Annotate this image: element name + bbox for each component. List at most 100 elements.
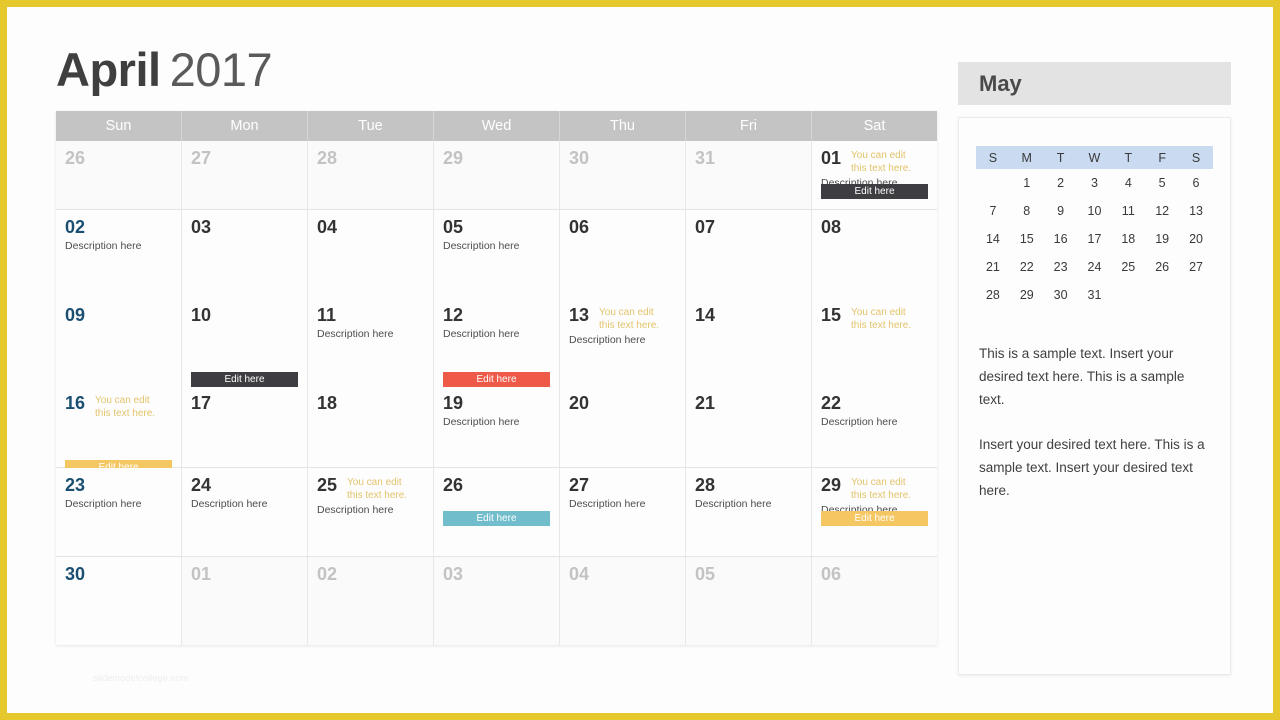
calendar-day-cell[interactable]: 04: [560, 557, 686, 645]
day-entry[interactable]: 13 You can edit this text here. Descriptio…: [569, 305, 676, 393]
calendar-day-cell[interactable]: 01 You can edit this text here. Descriptio…: [812, 141, 937, 209]
mini-calendar-day[interactable]: 27: [1179, 253, 1213, 281]
mini-calendar-day[interactable]: 24: [1078, 253, 1112, 281]
calendar-day-cell[interactable]: 06 13 You can edit this text here. Descript…: [560, 210, 686, 467]
calendar-day-cell[interactable]: 04 11 Description here 18: [308, 210, 434, 467]
mini-calendar-day[interactable]: 19: [1145, 225, 1179, 253]
day-entry[interactable]: 04: [317, 217, 424, 305]
edit-here-button[interactable]: Edit here: [191, 372, 298, 387]
day-entry[interactable]: 29 You can edit this text here. Descriptio…: [821, 475, 928, 530]
mini-calendar-day[interactable]: 12: [1145, 197, 1179, 225]
day-entry[interactable]: 28 Description here: [695, 475, 802, 530]
calendar-day-cell[interactable]: 29: [434, 141, 560, 209]
day-description: Description here: [65, 498, 142, 510]
day-entry[interactable]: 27: [191, 148, 298, 203]
mini-calendar-day[interactable]: 16: [1044, 225, 1078, 253]
mini-calendar-day[interactable]: 20: [1179, 225, 1213, 253]
day-entry[interactable]: 05: [695, 564, 802, 619]
day-entry[interactable]: 09: [65, 305, 172, 393]
day-entry[interactable]: 06: [569, 217, 676, 305]
day-entry[interactable]: 05 Description here: [443, 217, 550, 305]
mini-calendar-day[interactable]: 11: [1111, 197, 1145, 225]
calendar-day-cell[interactable]: 03 10 Edit here 17: [182, 210, 308, 467]
calendar-day-cell[interactable]: 27: [182, 141, 308, 209]
calendar-day-cell[interactable]: 31: [686, 141, 812, 209]
mini-calendar-day[interactable]: 9: [1044, 197, 1078, 225]
mini-calendar-day[interactable]: 22: [1010, 253, 1044, 281]
calendar-day-cell[interactable]: 02: [308, 557, 434, 645]
calendar-day-cell[interactable]: 24 Description here: [182, 468, 308, 556]
calendar-day-cell[interactable]: 27 Description here: [560, 468, 686, 556]
day-entry[interactable]: 30: [65, 564, 172, 619]
day-entry[interactable]: 01 You can edit this text here. Descriptio…: [821, 148, 928, 203]
day-entry[interactable]: 06: [821, 564, 928, 619]
mini-calendar-day[interactable]: 30: [1044, 281, 1078, 309]
calendar-day-cell[interactable]: 28 Description here: [686, 468, 812, 556]
day-entry[interactable]: 02: [317, 564, 424, 619]
mini-calendar-day[interactable]: 18: [1111, 225, 1145, 253]
day-entry[interactable]: 12 Description here Edit here: [443, 305, 550, 393]
day-entry[interactable]: 10 Edit here: [191, 305, 298, 393]
day-entry[interactable]: 27 Description here: [569, 475, 676, 530]
mini-calendar-day[interactable]: 3: [1078, 169, 1112, 197]
edit-here-button[interactable]: Edit here: [821, 511, 928, 526]
calendar-day-cell[interactable]: 26: [56, 141, 182, 209]
day-entry[interactable]: 15 You can edit this text here.: [821, 305, 928, 393]
calendar-day-cell[interactable]: 29 You can edit this text here. Descriptio…: [812, 468, 937, 556]
day-entry[interactable]: 28: [317, 148, 424, 203]
mini-calendar-day[interactable]: 10: [1078, 197, 1112, 225]
mini-calendar-day[interactable]: 13: [1179, 197, 1213, 225]
mini-calendar-day[interactable]: 1: [1010, 169, 1044, 197]
day-entry[interactable]: 30: [569, 148, 676, 203]
mini-calendar-day[interactable]: 29: [1010, 281, 1044, 309]
mini-calendar-day[interactable]: 25: [1111, 253, 1145, 281]
mini-calendar-day[interactable]: 5: [1145, 169, 1179, 197]
mini-calendar-day[interactable]: 2: [1044, 169, 1078, 197]
day-entry[interactable]: 24 Description here: [191, 475, 298, 530]
calendar-day-cell[interactable]: 30: [560, 141, 686, 209]
mini-calendar-day[interactable]: 6: [1179, 169, 1213, 197]
calendar-day-cell[interactable]: 26 Edit here: [434, 468, 560, 556]
calendar-day-cell[interactable]: 07 14 21: [686, 210, 812, 467]
edit-here-button[interactable]: Edit here: [443, 511, 550, 526]
day-entry[interactable]: 31: [695, 148, 802, 203]
edit-here-button[interactable]: Edit here: [443, 372, 550, 387]
calendar-day-cell[interactable]: 28: [308, 141, 434, 209]
day-entry[interactable]: 03: [443, 564, 550, 619]
day-entry[interactable]: 29: [443, 148, 550, 203]
calendar-day-cell[interactable]: 08 15 You can edit this text here. 22 Descri…: [812, 210, 937, 467]
day-entry[interactable]: 23 Description here: [65, 475, 172, 530]
mini-calendar-day[interactable]: 26: [1145, 253, 1179, 281]
day-entry[interactable]: 11 Description here: [317, 305, 424, 393]
day-entry[interactable]: 04: [569, 564, 676, 619]
calendar-day-cell[interactable]: 03: [434, 557, 560, 645]
calendar-day-cell[interactable]: 05 Description here 12 Description here Edit…: [434, 210, 560, 467]
day-entry[interactable]: 08: [821, 217, 928, 305]
mini-calendar-day[interactable]: 14: [976, 225, 1010, 253]
day-entry[interactable]: 26 Edit here: [443, 475, 550, 530]
mini-calendar-day[interactable]: 15: [1010, 225, 1044, 253]
calendar-day-cell[interactable]: 23 Description here: [56, 468, 182, 556]
mini-calendar-day[interactable]: 31: [1078, 281, 1112, 309]
day-entry[interactable]: 25 You can edit this text here. Descriptio…: [317, 475, 424, 530]
calendar-day-cell[interactable]: 06: [812, 557, 937, 645]
calendar-day-cell[interactable]: 02 Description here 09 16 You can edit this …: [56, 210, 182, 475]
mini-calendar-day[interactable]: 28: [976, 281, 1010, 309]
mini-calendar-day[interactable]: 4: [1111, 169, 1145, 197]
edit-here-button[interactable]: Edit here: [821, 184, 928, 199]
calendar-day-cell[interactable]: 05: [686, 557, 812, 645]
day-entry[interactable]: 03: [191, 217, 298, 305]
mini-calendar-day[interactable]: 23: [1044, 253, 1078, 281]
calendar-day-cell[interactable]: 01: [182, 557, 308, 645]
day-entry[interactable]: 14: [695, 305, 802, 393]
day-entry[interactable]: 01: [191, 564, 298, 619]
mini-calendar-day[interactable]: 21: [976, 253, 1010, 281]
mini-calendar-day[interactable]: 17: [1078, 225, 1112, 253]
day-entry[interactable]: 07: [695, 217, 802, 305]
calendar-day-cell[interactable]: 30: [56, 557, 182, 645]
calendar-day-cell[interactable]: 25 You can edit this text here. Descriptio…: [308, 468, 434, 556]
day-entry[interactable]: 02 Description here: [65, 217, 172, 305]
mini-calendar-day[interactable]: 7: [976, 197, 1010, 225]
mini-calendar-day[interactable]: 8: [1010, 197, 1044, 225]
day-entry[interactable]: 26: [65, 148, 172, 203]
